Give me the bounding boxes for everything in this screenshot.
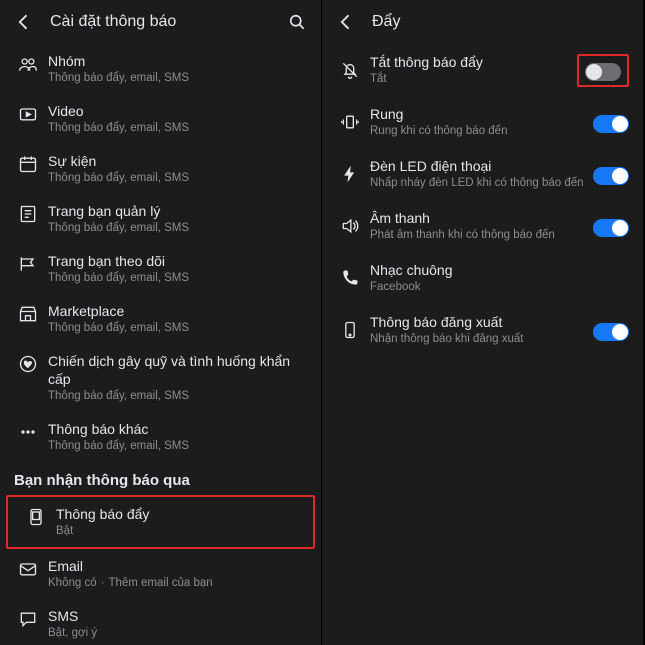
email-icon — [18, 557, 48, 579]
store-icon — [18, 302, 48, 324]
search-icon[interactable] — [285, 10, 309, 34]
heart-icon — [18, 352, 48, 374]
bolt-icon — [340, 164, 370, 184]
push-sub: Tắt — [370, 72, 569, 87]
receive-label: SMS — [48, 607, 307, 625]
push-label: Nhạc chuông — [370, 261, 621, 279]
receive-sub: Không có·Thêm email của bạn — [48, 576, 307, 591]
item-label: Trang bạn theo dõi — [48, 252, 307, 270]
item-sub: Thông báo đẩy, email, SMS — [48, 221, 307, 236]
setting-item-pages[interactable]: Trang bạn quản lýThông báo đẩy, email, S… — [0, 194, 321, 244]
sound-icon — [340, 216, 370, 236]
toggle-bell-slash[interactable] — [585, 63, 621, 81]
item-sub: Thông báo đẩy, email, SMS — [48, 271, 307, 286]
setting-item-dots[interactable]: Thông báo khácThông báo đẩy, email, SMS — [0, 412, 321, 462]
push-sub: Nhận thông báo khi đăng xuất — [370, 332, 585, 347]
setting-item-video[interactable]: VideoThông báo đẩy, email, SMS — [0, 94, 321, 144]
push-item-sound[interactable]: Âm thanhPhát âm thanh khi có thông báo đ… — [322, 200, 643, 252]
push-label: Thông báo đăng xuất — [370, 313, 585, 331]
push-item-bell-slash[interactable]: Tắt thông báo đẩyTắt — [322, 44, 643, 96]
setting-item-group[interactable]: NhómThông báo đẩy, email, SMS — [0, 44, 321, 94]
vibrate-icon — [340, 112, 370, 132]
receive-item-sms[interactable]: SMSBật, gợi ý — [0, 599, 321, 645]
dots-icon — [18, 420, 48, 442]
setting-item-follow[interactable]: Trang bạn theo dõiThông báo đẩy, email, … — [0, 244, 321, 294]
bell-slash-icon — [340, 60, 370, 80]
left-header-title: Cài đặt thông báo — [50, 13, 285, 31]
push-item-bolt[interactable]: Đèn LED điện thoạiNhấp nháy đèn LED khi … — [322, 148, 643, 200]
receive-label: Email — [48, 557, 307, 575]
left-receive-list: Thông báo đẩyBậtEmailKhông có·Thêm email… — [0, 495, 321, 645]
receive-section-header: Bạn nhận thông báo qua — [0, 462, 321, 495]
left-panel: Cài đặt thông báo NhómThông báo đẩy, ema… — [0, 0, 322, 645]
receive-sub: Bật — [56, 524, 299, 539]
push-label: Đèn LED điện thoại — [370, 157, 585, 175]
item-sub: Thông báo đẩy, email, SMS — [48, 171, 307, 186]
push-sub: Nhấp nháy đèn LED khi có thông báo đến — [370, 176, 585, 191]
right-header: Đẩy — [322, 0, 643, 44]
setting-item-calendar[interactable]: Sự kiệnThông báo đẩy, email, SMS — [0, 144, 321, 194]
receive-item-push[interactable]: Thông báo đẩyBật — [8, 497, 313, 547]
right-panel: Đẩy Tắt thông báo đẩyTắtRungRung khi có … — [322, 0, 644, 645]
item-sub: Thông báo đẩy, email, SMS — [48, 389, 307, 404]
group-icon — [18, 52, 48, 74]
back-arrow-icon[interactable] — [12, 10, 36, 34]
item-label: Sự kiện — [48, 152, 307, 170]
push-item-vibrate[interactable]: RungRung khi có thông báo đến — [322, 96, 643, 148]
left-items-list: NhómThông báo đẩy, email, SMSVideoThông … — [0, 44, 321, 462]
setting-item-heart[interactable]: Chiến dịch gây quỹ và tình huống khẩn cấ… — [0, 344, 321, 412]
receive-label: Thông báo đẩy — [56, 505, 299, 523]
item-sub: Thông báo đẩy, email, SMS — [48, 121, 307, 136]
video-icon — [18, 102, 48, 124]
push-label: Âm thanh — [370, 209, 585, 227]
right-header-title: Đẩy — [372, 13, 631, 31]
receive-sub: Bật, gợi ý — [48, 626, 307, 641]
left-header: Cài đặt thông báo — [0, 0, 321, 44]
pages-icon — [18, 202, 48, 224]
mobile-icon — [340, 320, 370, 340]
item-label: Marketplace — [48, 302, 307, 320]
item-label: Nhóm — [48, 52, 307, 70]
item-sub: Thông báo đẩy, email, SMS — [48, 321, 307, 336]
toggle-mobile[interactable] — [593, 323, 629, 341]
back-arrow-icon[interactable] — [334, 10, 358, 34]
push-label: Tắt thông báo đẩy — [370, 53, 569, 71]
item-label: Trang bạn quản lý — [48, 202, 307, 220]
item-label: Thông báo khác — [48, 420, 307, 438]
item-label: Video — [48, 102, 307, 120]
calendar-icon — [18, 152, 48, 174]
push-item-phone[interactable]: Nhạc chuôngFacebook — [322, 252, 643, 304]
item-sub: Thông báo đẩy, email, SMS — [48, 439, 307, 454]
push-sub: Facebook — [370, 280, 621, 295]
setting-item-store[interactable]: MarketplaceThông báo đẩy, email, SMS — [0, 294, 321, 344]
toggle-vibrate[interactable] — [593, 115, 629, 133]
push-icon — [26, 505, 56, 527]
item-label: Chiến dịch gây quỹ và tình huống khẩn cấ… — [48, 352, 307, 388]
toggle-sound[interactable] — [593, 219, 629, 237]
push-label: Rung — [370, 105, 585, 123]
toggle-bolt[interactable] — [593, 167, 629, 185]
right-rows-list: Tắt thông báo đẩyTắtRungRung khi có thôn… — [322, 44, 643, 356]
item-sub: Thông báo đẩy, email, SMS — [48, 71, 307, 86]
push-sub: Rung khi có thông báo đến — [370, 124, 585, 139]
phone-icon — [340, 268, 370, 288]
push-item-mobile[interactable]: Thông báo đăng xuấtNhận thông báo khi đă… — [322, 304, 643, 356]
receive-item-email[interactable]: EmailKhông có·Thêm email của bạn — [0, 549, 321, 599]
sms-icon — [18, 607, 48, 629]
push-sub: Phát âm thanh khi có thông báo đến — [370, 228, 585, 243]
follow-icon — [18, 252, 48, 274]
